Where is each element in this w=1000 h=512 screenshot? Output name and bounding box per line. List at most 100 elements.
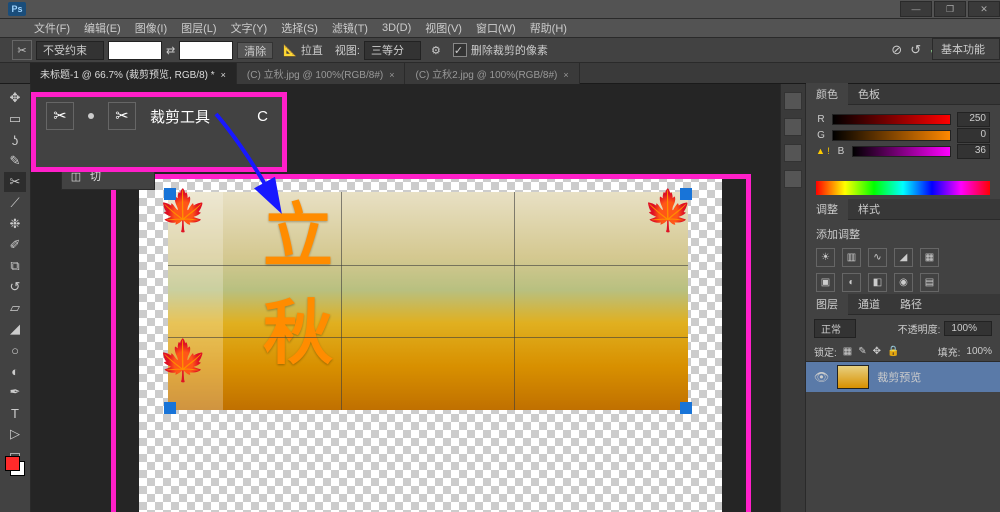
eraser-tool[interactable]: ▱ [4, 298, 26, 318]
crop-height-input[interactable] [179, 41, 233, 60]
dock-icon[interactable] [784, 170, 802, 188]
g-value[interactable]: 0 [957, 128, 990, 143]
swatches-tab[interactable]: 色板 [848, 83, 890, 105]
r-value[interactable]: 250 [957, 112, 990, 127]
spectrum-ramp[interactable] [816, 181, 990, 195]
menu-filter[interactable]: 滤镜(T) [332, 20, 368, 36]
crop-width-input[interactable] [108, 41, 162, 60]
fill-label: 填充: [938, 344, 961, 359]
document-tab[interactable]: (C) 立秋.jpg @ 100%(RGB/8#)× [237, 63, 406, 84]
color-tab[interactable]: 颜色 [806, 83, 848, 105]
swap-dimensions-icon[interactable]: ⇄ [166, 44, 175, 57]
cancel-crop-button[interactable]: ⊘ [891, 42, 902, 58]
layer-name[interactable]: 裁剪预览 [877, 369, 921, 385]
b-value[interactable]: 36 [957, 144, 990, 159]
menu-view[interactable]: 视图(V) [425, 20, 462, 36]
straighten-icon[interactable]: 📐 [283, 44, 297, 57]
type-tool[interactable]: T [4, 403, 26, 423]
crop-tool[interactable]: ✂ [4, 172, 26, 192]
history-brush-tool[interactable]: ↺ [4, 277, 26, 297]
menu-bar: 文件(F) 编辑(E) 图像(I) 图层(L) 文字(Y) 选择(S) 滤镜(T… [0, 19, 1000, 38]
marquee-tool[interactable]: ▭ [4, 109, 26, 129]
add-adjustment-label: 添加调整 [816, 226, 990, 242]
overlay-view-select[interactable]: 三等分 [364, 41, 421, 60]
dodge-tool[interactable]: ◐ [4, 361, 26, 381]
close-button[interactable]: ✕ [968, 1, 1000, 17]
clear-button[interactable]: 清除 [237, 42, 273, 59]
maple-leaf-deco [158, 337, 208, 387]
healing-tool[interactable]: ❉ [4, 214, 26, 234]
eyedropper-tool[interactable]: ⟋ [4, 193, 26, 213]
exposure-icon[interactable]: ◢ [894, 248, 913, 267]
lock-pixels-icon[interactable]: ✎ [858, 346, 866, 357]
menu-window[interactable]: 窗口(W) [476, 20, 516, 36]
pen-tool[interactable]: ✒ [4, 382, 26, 402]
minimize-button[interactable]: — [900, 1, 932, 17]
maximize-button[interactable]: ❐ [934, 1, 966, 17]
blend-mode-select[interactable]: 正常 [814, 319, 856, 338]
layer-thumbnail[interactable] [837, 365, 869, 389]
layer-row[interactable]: 👁 裁剪预览 [806, 362, 1000, 392]
dock-icon[interactable] [784, 144, 802, 162]
dock-icon[interactable] [784, 118, 802, 136]
levels-icon[interactable]: ▥ [842, 248, 861, 267]
menu-layer[interactable]: 图层(L) [181, 20, 216, 36]
menu-type[interactable]: 文字(Y) [231, 20, 268, 36]
color-swatch[interactable] [5, 456, 23, 474]
b-label: B [836, 146, 846, 157]
menu-image[interactable]: 图像(I) [135, 20, 167, 36]
adjustments-tab[interactable]: 调整 [806, 198, 848, 220]
b-slider[interactable] [852, 146, 951, 157]
styles-tab[interactable]: 样式 [848, 198, 890, 220]
menu-edit[interactable]: 编辑(E) [84, 20, 121, 36]
dock-icon[interactable] [784, 92, 802, 110]
lasso-tool[interactable]: ʖ [4, 130, 26, 150]
stamp-tool[interactable]: ⧉ [4, 256, 26, 276]
paths-tab[interactable]: 路径 [890, 293, 932, 315]
reset-crop-button[interactable]: ↺ [910, 42, 921, 58]
brightness-icon[interactable]: ☀ [816, 248, 835, 267]
document-tab[interactable]: (C) 立秋2.jpg @ 100%(RGB/8#)× [405, 63, 579, 84]
menu-help[interactable]: 帮助(H) [530, 20, 567, 36]
photo-filter-icon[interactable]: ◉ [894, 273, 913, 292]
delete-cropped-checkbox[interactable]: ✓ [453, 43, 467, 57]
ratio-preset-select[interactable]: 不受约束 [36, 41, 104, 60]
collapsed-panel-dock [780, 84, 805, 512]
r-slider[interactable] [832, 114, 951, 125]
crop-tool-name: 裁剪工具 [150, 106, 210, 127]
move-tool[interactable]: ✥ [4, 88, 26, 108]
lock-transparency-icon[interactable]: ▦ [843, 346, 852, 357]
bw-icon[interactable]: ◧ [868, 273, 887, 292]
g-slider[interactable] [832, 130, 951, 141]
lock-all-icon[interactable]: 🔒 [887, 346, 899, 357]
quick-select-tool[interactable]: ✎ [4, 151, 26, 171]
menu-select[interactable]: 选择(S) [281, 20, 318, 36]
lock-position-icon[interactable]: ✥ [873, 346, 881, 357]
layers-tab[interactable]: 图层 [806, 293, 848, 315]
image-layer[interactable]: 立 秋 [168, 192, 688, 410]
close-tab-icon[interactable]: × [389, 70, 394, 80]
delete-cropped-label: 删除裁剪的像素 [471, 42, 548, 58]
hue-sat-icon[interactable]: ▣ [816, 273, 835, 292]
canvas-area[interactable]: 立 秋 ✂ ✂ 裁剪工具 C ◫切片工具C ◫切 [31, 84, 780, 512]
color-balance-icon[interactable]: ◐ [842, 273, 861, 292]
gear-icon[interactable]: ⚙ [431, 44, 441, 57]
channels-tab[interactable]: 通道 [848, 293, 890, 315]
menu-file[interactable]: 文件(F) [34, 20, 70, 36]
opacity-value[interactable]: 100% [944, 321, 992, 336]
menu-3d[interactable]: 3D(D) [382, 22, 411, 34]
curves-icon[interactable]: ∿ [868, 248, 887, 267]
blur-tool[interactable]: ○ [4, 340, 26, 360]
vibrance-icon[interactable]: ▦ [920, 248, 939, 267]
path-select-tool[interactable]: ▷ [4, 424, 26, 444]
document-tab[interactable]: 未标题-1 @ 66.7% (裁剪预览, RGB/8) *× [30, 63, 237, 84]
brush-tool[interactable]: ✐ [4, 235, 26, 255]
crop-tool-icon[interactable]: ✂ [12, 40, 32, 60]
gradient-tool[interactable]: ◢ [4, 319, 26, 339]
channel-mixer-icon[interactable]: ▤ [920, 273, 939, 292]
workspace-switcher[interactable]: 基本功能 [932, 38, 1000, 60]
visibility-toggle-icon[interactable]: 👁 [814, 370, 829, 384]
close-tab-icon[interactable]: × [221, 70, 226, 80]
close-tab-icon[interactable]: × [563, 70, 568, 80]
fill-value[interactable]: 100% [966, 346, 992, 357]
